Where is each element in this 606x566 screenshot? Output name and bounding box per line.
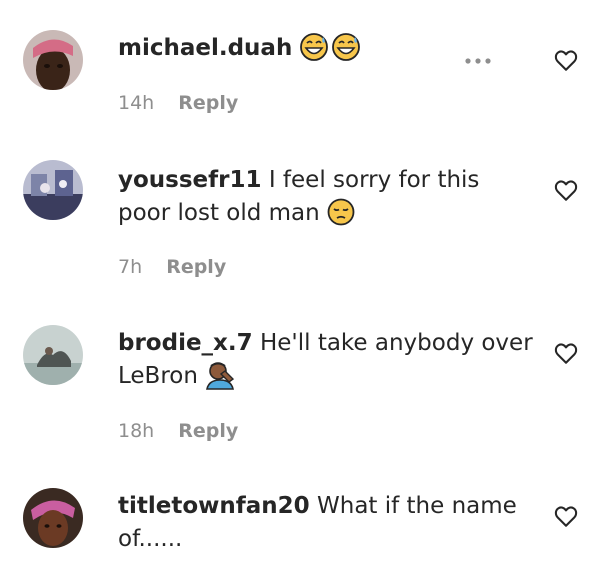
comment-username[interactable]: brodie_x.7 bbox=[118, 330, 253, 356]
comment-text: brodie_x.7 He'll take anybody over LeBro… bbox=[118, 327, 538, 393]
avatar[interactable] bbox=[23, 325, 83, 385]
comment-item: michael.duah 14h Reply bbox=[0, 0, 606, 140]
avatar[interactable] bbox=[23, 488, 83, 548]
comment-text: titletownfan20 What if the name of...... bbox=[118, 490, 538, 556]
comment-item: brodie_x.7 He'll take anybody over LeBro… bbox=[0, 305, 606, 470]
reply-button[interactable]: Reply bbox=[166, 256, 226, 278]
comment-meta: 14h Reply bbox=[118, 92, 238, 114]
comment-username[interactable]: youssefr11 bbox=[118, 167, 262, 193]
comment-username[interactable]: titletownfan20 bbox=[118, 493, 310, 519]
comment-time: 18h bbox=[118, 420, 155, 442]
comment-text: youssefr11 I feel sorry for this poor lo… bbox=[118, 164, 538, 230]
reply-button[interactable]: Reply bbox=[178, 420, 238, 442]
avatar[interactable] bbox=[23, 160, 83, 220]
grinning-sweat-face-icon bbox=[299, 32, 360, 62]
more-dots-icon[interactable] bbox=[463, 53, 493, 69]
facepalm-icon bbox=[205, 360, 235, 390]
avatar[interactable] bbox=[23, 30, 83, 90]
comment-time: 7h bbox=[118, 256, 143, 278]
heart-outline-icon[interactable] bbox=[553, 177, 579, 203]
comment-meta: 7h Reply bbox=[118, 256, 226, 278]
heart-outline-icon[interactable] bbox=[553, 503, 579, 529]
comment-username[interactable]: michael.duah bbox=[118, 35, 292, 61]
pensive-face-icon bbox=[327, 198, 355, 226]
heart-outline-icon[interactable] bbox=[553, 340, 579, 366]
heart-outline-icon[interactable] bbox=[553, 47, 579, 73]
comment-item: titletownfan20 What if the name of...... bbox=[0, 470, 606, 566]
reply-button[interactable]: Reply bbox=[178, 92, 238, 114]
comment-item: youssefr11 I feel sorry for this poor lo… bbox=[0, 140, 606, 305]
comment-time: 14h bbox=[118, 92, 155, 114]
comment-meta: 18h Reply bbox=[118, 420, 238, 442]
